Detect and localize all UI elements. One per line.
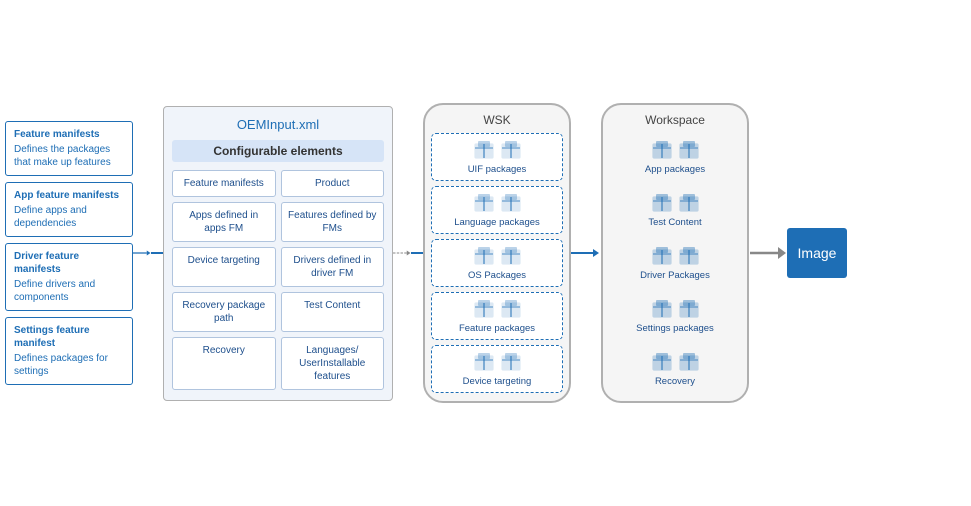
sidebar-card-app-feature: App feature manifests Define apps and de… — [5, 182, 133, 237]
pkg-icons — [436, 351, 558, 373]
arrow-wsk-to-workspace — [571, 246, 601, 260]
package-icon-8 — [500, 298, 522, 320]
sidebar-card-desc: Define drivers and components — [14, 279, 95, 303]
ws-package-icon-10 — [678, 351, 700, 373]
image-box: Image — [787, 228, 847, 278]
ws-pkg-label-2: Driver Packages — [614, 270, 736, 281]
ws-package-icon-2 — [678, 139, 700, 161]
sidebar-card-settings-feature: Settings feature manifest Defines packag… — [5, 317, 133, 385]
workspace-title: Workspace — [609, 113, 741, 127]
center-oeminput-box: OEMInput.xml Configurable elements Featu… — [163, 106, 393, 401]
pkg-icons — [614, 351, 736, 373]
package-icon-7 — [473, 298, 495, 320]
sidebar-card-title: Settings feature manifest — [14, 324, 124, 350]
sidebar-card-title: Feature manifests — [14, 128, 124, 141]
arrow-center-to-wsk — [393, 245, 423, 261]
ws-test-content: Test Content — [609, 186, 741, 234]
config-cell-8: Recovery — [172, 337, 276, 390]
pkg-icons — [436, 245, 558, 267]
ws-settings-packages: Settings packages — [609, 292, 741, 340]
config-cell-9: Languages/ UserInstallable features — [281, 337, 385, 390]
wsk-pkg-label-4: Device targeting — [436, 376, 558, 387]
sidebar-card-feature-manifests: Feature manifests Defines the packages t… — [5, 121, 133, 176]
pkg-icons — [436, 139, 558, 161]
config-cell-0: Feature manifests — [172, 170, 276, 197]
wsk-column: WSK UIF packages — [423, 103, 571, 403]
sidebar-card-title: App feature manifests — [14, 189, 124, 202]
ws-package-icon-5 — [651, 245, 673, 267]
package-icon-1 — [473, 139, 495, 161]
ws-pkg-label-0: App packages — [614, 164, 736, 175]
package-icon-9 — [473, 351, 495, 373]
ws-pkg-label-4: Recovery — [614, 376, 736, 387]
wsk-uif-packages: UIF packages — [431, 133, 563, 181]
sidebar-card-title: Driver feature manifests — [14, 250, 124, 276]
pkg-icons — [436, 192, 558, 214]
pkg-icons — [614, 298, 736, 320]
arrow-sidebar-to-center — [133, 245, 163, 261]
pkg-icons — [614, 139, 736, 161]
package-icon-3 — [473, 192, 495, 214]
wsk-feature-packages: Feature packages — [431, 292, 563, 340]
ws-pkg-label-3: Settings packages — [614, 323, 736, 334]
sidebar-card-driver-feature: Driver feature manifests Define drivers … — [5, 243, 133, 311]
ws-driver-packages: Driver Packages — [609, 239, 741, 287]
ws-package-icon-4 — [678, 192, 700, 214]
wsk-pkg-label-1: Language packages — [436, 217, 558, 228]
ws-app-packages: App packages — [609, 133, 741, 181]
sidebar-card-desc: Defines packages for settings — [14, 353, 108, 377]
ws-package-icon-9 — [651, 351, 673, 373]
wsk-os-packages: OS Packages — [431, 239, 563, 287]
diagram-container: Feature manifests Defines the packages t… — [0, 0, 971, 506]
config-cell-7: Test Content — [281, 292, 385, 332]
pkg-icons — [436, 298, 558, 320]
config-cell-3: Features defined by FMs — [281, 202, 385, 242]
package-icon-2 — [500, 139, 522, 161]
config-cell-6: Recovery package path — [172, 292, 276, 332]
ws-package-icon-3 — [651, 192, 673, 214]
workspace-column: Workspace App packages — [601, 103, 749, 403]
image-label: Image — [798, 245, 837, 261]
ws-pkg-label-1: Test Content — [614, 217, 736, 228]
wsk-pkg-label-3: Feature packages — [436, 323, 558, 334]
wsk-device-targeting: Device targeting — [431, 345, 563, 393]
pkg-icons — [614, 192, 736, 214]
arrow-workspace-to-image — [749, 243, 787, 263]
sidebar-card-desc: Defines the packages that make up featur… — [14, 144, 111, 168]
config-cell-4: Device targeting — [172, 247, 276, 287]
package-icon-4 — [500, 192, 522, 214]
package-icon-5 — [473, 245, 495, 267]
ws-package-icon-7 — [651, 298, 673, 320]
config-elements-label: Configurable elements — [172, 140, 384, 162]
ws-package-icon-8 — [678, 298, 700, 320]
ws-recovery: Recovery — [609, 345, 741, 393]
wsk-title: WSK — [431, 113, 563, 127]
wsk-language-packages: Language packages — [431, 186, 563, 234]
package-icon-10 — [500, 351, 522, 373]
package-icon-6 — [500, 245, 522, 267]
ws-package-icon-6 — [678, 245, 700, 267]
sidebar-card-desc: Define apps and dependencies — [14, 205, 87, 229]
wsk-pkg-label-0: UIF packages — [436, 164, 558, 175]
config-cell-1: Product — [281, 170, 385, 197]
left-sidebar: Feature manifests Defines the packages t… — [5, 121, 133, 385]
wsk-pkg-label-2: OS Packages — [436, 270, 558, 281]
config-grid: Feature manifests Product Apps defined i… — [172, 170, 384, 390]
pkg-icons — [614, 245, 736, 267]
ws-package-icon-1 — [651, 139, 673, 161]
oeminput-title: OEMInput.xml — [172, 117, 384, 132]
config-cell-5: Drivers defined in driver FM — [281, 247, 385, 287]
config-cell-2: Apps defined in apps FM — [172, 202, 276, 242]
